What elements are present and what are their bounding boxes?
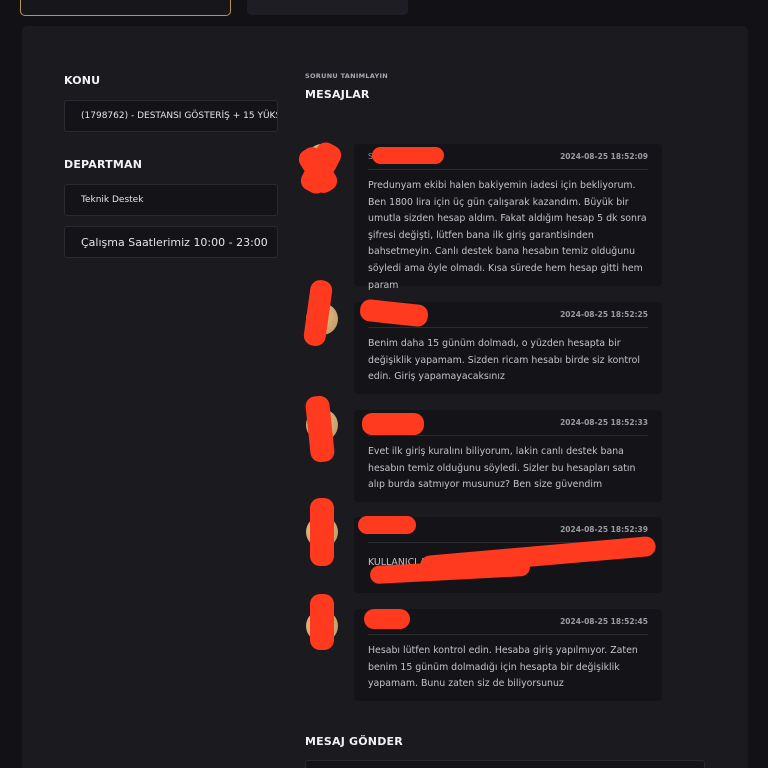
message-time: 2024-08-25 18:52:09 — [560, 152, 648, 161]
message-time: 2024-08-25 18:52:39 — [560, 525, 648, 534]
redaction-mark — [358, 516, 416, 534]
redaction-mark — [362, 413, 424, 435]
redaction-mark — [310, 498, 334, 566]
message-bubble: S 2024-08-25 18:52:09 Predunyam ekibi ha… — [354, 144, 662, 291]
describe-problem-label: SORUNU TANIMLAYIN — [305, 72, 388, 80]
redaction-mark — [372, 147, 444, 164]
working-hours-field: Çalışma Saatlerimiz 10:00 - 23:00 — [64, 226, 278, 258]
message-time: 2024-08-25 18:52:25 — [560, 310, 648, 319]
subject-field[interactable]: (1798762) - DESTANSI GÖSTERİŞ + 15 YÜKS — [64, 100, 278, 132]
message-input[interactable] — [305, 760, 705, 768]
message-time: 2024-08-25 18:52:33 — [560, 418, 648, 427]
department-field[interactable]: Teknik Destek — [64, 184, 278, 216]
message-text: Benim daha 15 günüm dolmadı, o yüzden he… — [368, 338, 641, 383]
message-text: Predunyam ekibi halen bakiyemin iadesi i… — [368, 180, 647, 291]
message-text: Hesabı lütfen kontrol edin. Hesaba giriş… — [368, 645, 638, 690]
redaction-mark — [310, 594, 334, 650]
department-label: DEPARTMAN — [64, 158, 143, 171]
top-tab[interactable] — [247, 0, 408, 15]
top-tab-active[interactable] — [20, 0, 231, 16]
messages-title: MESAJLAR — [305, 88, 370, 101]
subject-label: KONU — [64, 74, 101, 87]
message-time: 2024-08-25 18:52:45 — [560, 617, 648, 626]
message-text: Evet ilk giriş kuralını biliyorum, lakin… — [368, 446, 636, 491]
send-message-title: MESAJ GÖNDER — [305, 735, 403, 748]
redaction-mark — [364, 609, 410, 629]
message-header: 2024-08-25 18:52:45 — [368, 609, 648, 635]
